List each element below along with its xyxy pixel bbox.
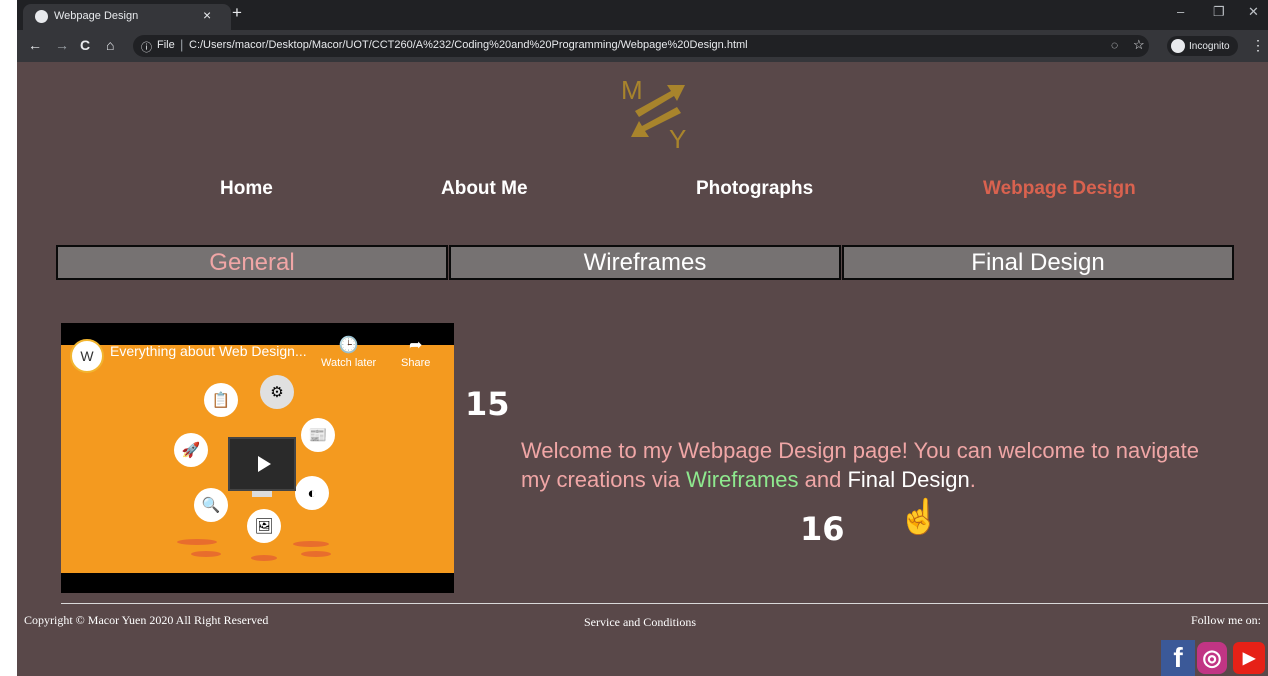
tab-close-icon[interactable]: ×: [203, 7, 211, 23]
channel-avatar[interactable]: W: [70, 339, 104, 373]
youtube-icon[interactable]: ▶: [1233, 642, 1265, 674]
follow-me-label: Follow me on:: [1191, 613, 1262, 627]
channel-initial: W: [80, 348, 94, 364]
copyright-text: Copyright © Macor Yuen 2020 All Right Re…: [24, 613, 269, 627]
browser-tab[interactable]: Webpage Design ×: [23, 4, 231, 30]
address-url[interactable]: C:/Users/macor/Desktop/Macor/UOT/CCT260/…: [189, 39, 748, 51]
watch-later-button[interactable]: 🕒 Watch later: [321, 335, 376, 369]
service-conditions-link[interactable]: Service and Conditions: [584, 615, 696, 630]
rocket-icon: 🚀: [174, 433, 208, 467]
new-tab-icon[interactable]: +: [232, 3, 242, 23]
play-icon: [257, 456, 271, 472]
forward-icon[interactable]: →: [55, 37, 69, 53]
browser-window: Webpage Design × + – ❐ ✕ ← → C ⌂ ⓘ File …: [17, 0, 1268, 676]
hand-pointer-icon: ☝: [898, 498, 941, 536]
final-design-link[interactable]: Final Design: [847, 467, 969, 492]
site-logo[interactable]: M Y: [617, 73, 697, 153]
incognito-icon: [1171, 39, 1185, 53]
address-scheme-label: File: [157, 39, 175, 51]
menu-icon[interactable]: ⋮: [1251, 37, 1265, 54]
tab-final-design[interactable]: Final Design: [842, 245, 1234, 280]
step-annotation-15: 15: [465, 385, 510, 423]
tracking-eye-icon[interactable]: ◌: [1111, 38, 1118, 52]
magnifier-icon: 🔍: [194, 488, 228, 522]
play-button[interactable]: [228, 437, 296, 497]
address-bar[interactable]: ⓘ File | C:/Users/macor/Desktop/Macor/UO…: [133, 35, 1149, 57]
watch-later-label: Watch later: [321, 357, 377, 369]
decor-shadow: [301, 551, 331, 557]
video-bottom-bar: [61, 573, 454, 593]
clipboard-icon: 📋: [204, 383, 238, 417]
facebook-icon[interactable]: f: [1161, 640, 1195, 676]
video-title[interactable]: Everything about Web Design...: [110, 343, 307, 359]
circular-chart-icon: ◐: [295, 476, 329, 510]
video-top-bar: [61, 323, 454, 345]
nav-home[interactable]: Home: [220, 178, 273, 200]
welcome-text: Welcome to my Webpage Design page! You c…: [521, 436, 1221, 494]
footer-divider: [61, 603, 1268, 604]
incognito-label: Incognito: [1189, 40, 1230, 52]
decor-shadow: [251, 555, 277, 561]
home-icon[interactable]: ⌂: [106, 37, 114, 53]
easel-icon: 🖼: [247, 509, 281, 543]
reload-icon[interactable]: C: [80, 37, 90, 53]
close-window-icon[interactable]: ✕: [1248, 4, 1259, 20]
bookmark-star-icon[interactable]: ☆: [1133, 37, 1145, 53]
incognito-badge[interactable]: Incognito: [1167, 36, 1238, 56]
tab-wireframes[interactable]: Wireframes: [449, 245, 841, 280]
minimize-icon[interactable]: –: [1177, 4, 1184, 19]
welcome-text-part2: and: [798, 467, 848, 492]
tab-strip: Webpage Design × + – ❐ ✕: [17, 0, 1268, 30]
step-annotation-16: 16: [800, 510, 845, 548]
share-label: Share: [401, 357, 431, 369]
decor-shadow: [177, 539, 217, 545]
address-separator: |: [180, 37, 184, 52]
clock-icon: 🕒: [338, 337, 359, 354]
decor-shadow: [293, 541, 329, 547]
welcome-text-part3: .: [969, 467, 976, 492]
gears-icon: ⚙: [260, 375, 294, 409]
share-icon: ➦: [408, 337, 423, 354]
globe-icon: [35, 10, 48, 23]
logo-letter-m: M: [621, 75, 643, 105]
toolbar: ← → C ⌂ ⓘ File | C:/Users/macor/Desktop/…: [17, 30, 1268, 62]
info-icon[interactable]: ⓘ: [141, 39, 152, 55]
back-icon[interactable]: ←: [28, 37, 42, 53]
tab-general[interactable]: General: [56, 245, 448, 280]
monitor-stand: [252, 491, 272, 497]
nav-photographs[interactable]: Photographs: [696, 178, 813, 200]
decor-shadow: [191, 551, 221, 557]
youtube-video-embed[interactable]: W Everything about Web Design... 🕒 Watch…: [61, 323, 454, 593]
newspaper-icon: 📰: [301, 418, 335, 452]
logo-letter-y: Y: [669, 124, 686, 153]
maximize-icon[interactable]: ❐: [1213, 4, 1225, 20]
share-button[interactable]: ➦ Share: [401, 335, 430, 369]
wireframes-link[interactable]: Wireframes: [686, 467, 798, 492]
nav-webpage-design[interactable]: Webpage Design: [983, 178, 1136, 200]
nav-about-me[interactable]: About Me: [441, 178, 528, 200]
tab-title: Webpage Design: [54, 10, 139, 22]
instagram-icon[interactable]: ◎: [1197, 642, 1227, 674]
